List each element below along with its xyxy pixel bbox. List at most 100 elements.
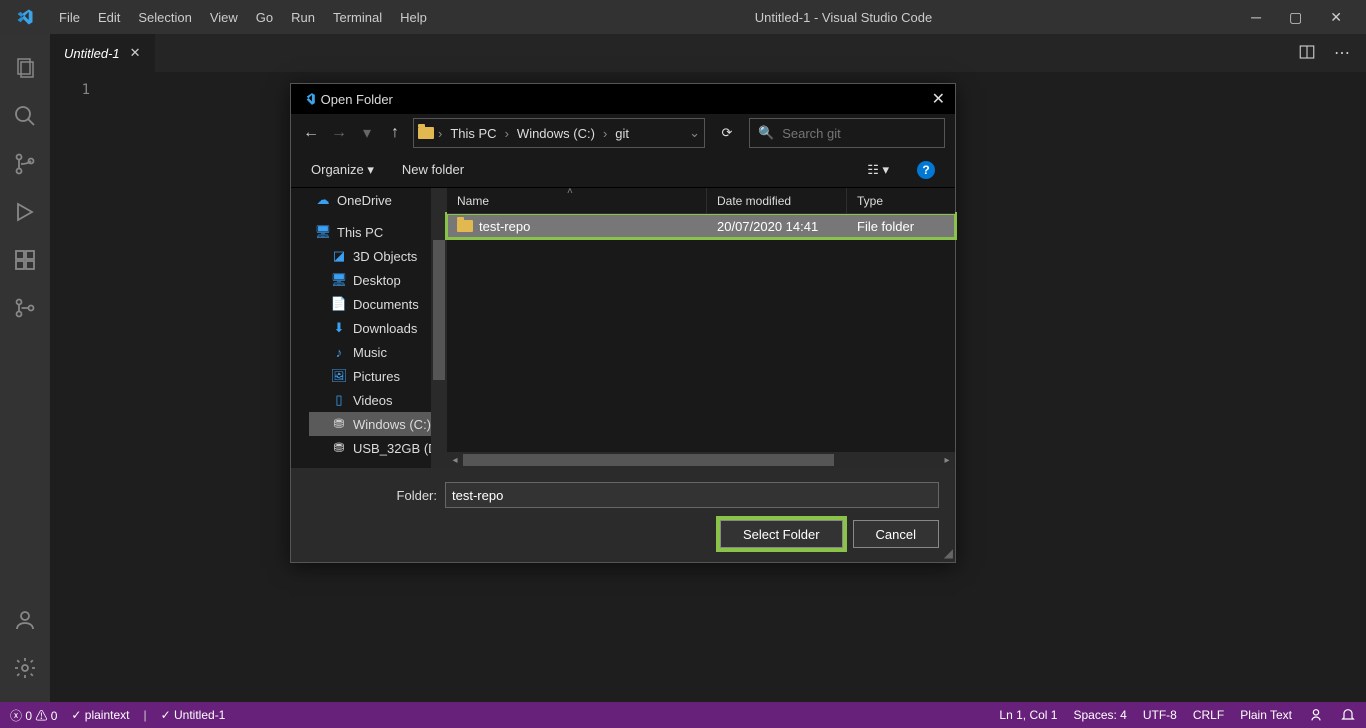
breadcrumb-folder[interactable]: git <box>611 126 633 141</box>
status-remote-file[interactable]: ✓ Untitled-1 <box>161 708 226 722</box>
status-ln-col[interactable]: Ln 1, Col 1 <box>999 708 1057 722</box>
settings-gear-icon[interactable] <box>0 644 50 692</box>
window-title: Untitled-1 - Visual Studio Code <box>436 10 1251 25</box>
tree-onedrive[interactable]: ☁OneDrive <box>309 188 447 212</box>
tree-videos[interactable]: ▯Videos <box>309 388 447 412</box>
dialog-toolbar: Organize ▾ New folder ☷ ▾ ? <box>291 152 955 188</box>
menubar: File Edit Selection View Go Run Terminal… <box>50 0 436 34</box>
organize-menu[interactable]: Organize ▾ <box>311 162 374 178</box>
view-options-icon[interactable]: ☷ ▾ <box>867 162 889 178</box>
document-icon: 📄 <box>331 296 347 312</box>
search-input[interactable] <box>782 126 958 141</box>
file-list[interactable]: ˄ Name Date modified Type test-repo 20/0… <box>447 188 955 468</box>
cloud-icon: ☁ <box>315 192 331 208</box>
cancel-button[interactable]: Cancel <box>853 520 939 548</box>
tab-untitled-1[interactable]: Untitled-1 ✕ <box>50 34 155 72</box>
menu-file[interactable]: File <box>50 0 89 34</box>
vscode-logo-icon <box>0 8 50 26</box>
drive-icon: ⛃ <box>331 416 347 432</box>
menu-edit[interactable]: Edit <box>89 0 129 34</box>
breadcrumb-this-pc[interactable]: This PC <box>446 126 500 141</box>
tree-windows-c[interactable]: ⛃Windows (C:) <box>309 412 447 436</box>
breadcrumb-drive[interactable]: Windows (C:) <box>513 126 599 141</box>
tree-documents[interactable]: 📄Documents <box>309 292 447 316</box>
activity-bar <box>0 34 50 702</box>
resize-grip-icon[interactable]: ◢ <box>944 546 953 560</box>
folder-label: Folder: <box>307 488 437 503</box>
dialog-titlebar[interactable]: Open Folder ✕ <box>291 84 955 114</box>
run-debug-icon[interactable] <box>0 188 50 236</box>
search-box[interactable]: 🔍 <box>749 118 945 148</box>
menu-help[interactable]: Help <box>391 0 436 34</box>
scroll-left-icon[interactable]: ◂ <box>447 455 463 466</box>
status-notifications-icon[interactable] <box>1340 707 1356 723</box>
status-feedback-icon[interactable] <box>1308 707 1324 723</box>
refresh-icon[interactable]: ⟳ <box>713 125 741 141</box>
status-eol[interactable]: CRLF <box>1193 708 1224 722</box>
h-scrollbar[interactable]: ◂ ▸ <box>447 452 955 468</box>
line-number-1: 1 <box>50 82 110 98</box>
menu-selection[interactable]: Selection <box>129 0 200 34</box>
nav-tree[interactable]: ☁OneDrive 🖥This PC ◪3D Objects 🖥Desktop … <box>291 188 447 468</box>
editor-tabs: Untitled-1 ✕ ⋯ <box>50 34 1366 72</box>
window-minimize-icon[interactable]: ─ <box>1251 9 1261 26</box>
col-date[interactable]: Date modified <box>707 188 847 213</box>
minimap[interactable] <box>1266 72 1366 702</box>
new-folder-button[interactable]: New folder <box>402 162 464 177</box>
download-icon: ⬇ <box>331 320 347 336</box>
tree-3d-objects[interactable]: ◪3D Objects <box>309 244 447 268</box>
file-row-test-repo[interactable]: test-repo 20/07/2020 14:41 File folder <box>447 214 955 238</box>
window-close-icon[interactable]: ✕ <box>1330 9 1342 26</box>
status-language[interactable]: Plain Text <box>1240 708 1292 722</box>
tree-downloads[interactable]: ⬇Downloads <box>309 316 447 340</box>
search-icon[interactable] <box>0 92 50 140</box>
nav-forward-icon[interactable]: → <box>329 124 349 142</box>
source-control-icon[interactable] <box>0 140 50 188</box>
more-actions-icon[interactable]: ⋯ <box>1334 43 1350 63</box>
nav-back-icon[interactable]: ← <box>301 124 321 142</box>
tree-scrollbar[interactable] <box>431 188 447 468</box>
addr-dropdown-icon[interactable]: ⌄ <box>689 125 700 141</box>
file-name: test-repo <box>479 219 530 234</box>
extensions-icon[interactable] <box>0 236 50 284</box>
explorer-icon[interactable] <box>0 44 50 92</box>
scrollbar-thumb[interactable] <box>433 240 445 380</box>
folder-name-input[interactable] <box>445 482 939 508</box>
scroll-right-icon[interactable]: ▸ <box>939 455 955 466</box>
status-problems[interactable]: ⓧ 0 ⚠ 0 <box>10 707 57 724</box>
menu-view[interactable]: View <box>201 0 247 34</box>
tab-close-icon[interactable]: ✕ <box>130 45 141 61</box>
nav-recent-icon[interactable]: ▾ <box>357 123 377 143</box>
scrollbar-thumb[interactable] <box>463 454 834 466</box>
window-maximize-icon[interactable]: ▢ <box>1289 9 1302 26</box>
editor-actions: ⋯ <box>1298 43 1366 63</box>
sort-indicator-icon: ˄ <box>567 186 573 197</box>
gitlens-icon[interactable] <box>0 284 50 332</box>
tree-pictures[interactable]: 🖼Pictures <box>309 364 447 388</box>
monitor-icon: 🖥 <box>315 224 331 240</box>
open-folder-dialog: Open Folder ✕ ← → ▾ ↑ › This PC › Window… <box>290 83 956 563</box>
search-icon: 🔍 <box>758 125 774 141</box>
dialog-footer: Folder: Select Folder Cancel <box>291 468 955 562</box>
menu-run[interactable]: Run <box>282 0 324 34</box>
select-folder-button[interactable]: Select Folder <box>720 520 843 548</box>
menu-terminal[interactable]: Terminal <box>324 0 391 34</box>
status-encoding[interactable]: UTF-8 <box>1143 708 1177 722</box>
accounts-icon[interactable] <box>0 596 50 644</box>
tree-desktop[interactable]: 🖥Desktop <box>309 268 447 292</box>
help-icon[interactable]: ? <box>917 161 935 179</box>
tree-this-pc[interactable]: 🖥This PC <box>309 220 447 244</box>
status-spaces[interactable]: Spaces: 4 <box>1073 708 1126 722</box>
tree-music[interactable]: ♪Music <box>309 340 447 364</box>
tree-usb[interactable]: ⛃USB_32GB (D:) <box>309 436 447 460</box>
status-language-select[interactable]: ✓ plaintext <box>71 708 129 722</box>
col-name[interactable]: Name <box>447 188 707 213</box>
video-icon: ▯ <box>331 392 347 408</box>
split-editor-icon[interactable] <box>1298 43 1316 63</box>
dialog-close-icon[interactable]: ✕ <box>932 89 945 109</box>
address-bar[interactable]: › This PC › Windows (C:) › git ⌄ <box>413 118 705 148</box>
col-type[interactable]: Type <box>847 188 937 213</box>
nav-up-icon[interactable]: ↑ <box>385 124 405 142</box>
dialog-title: Open Folder <box>321 92 393 107</box>
menu-go[interactable]: Go <box>247 0 282 34</box>
